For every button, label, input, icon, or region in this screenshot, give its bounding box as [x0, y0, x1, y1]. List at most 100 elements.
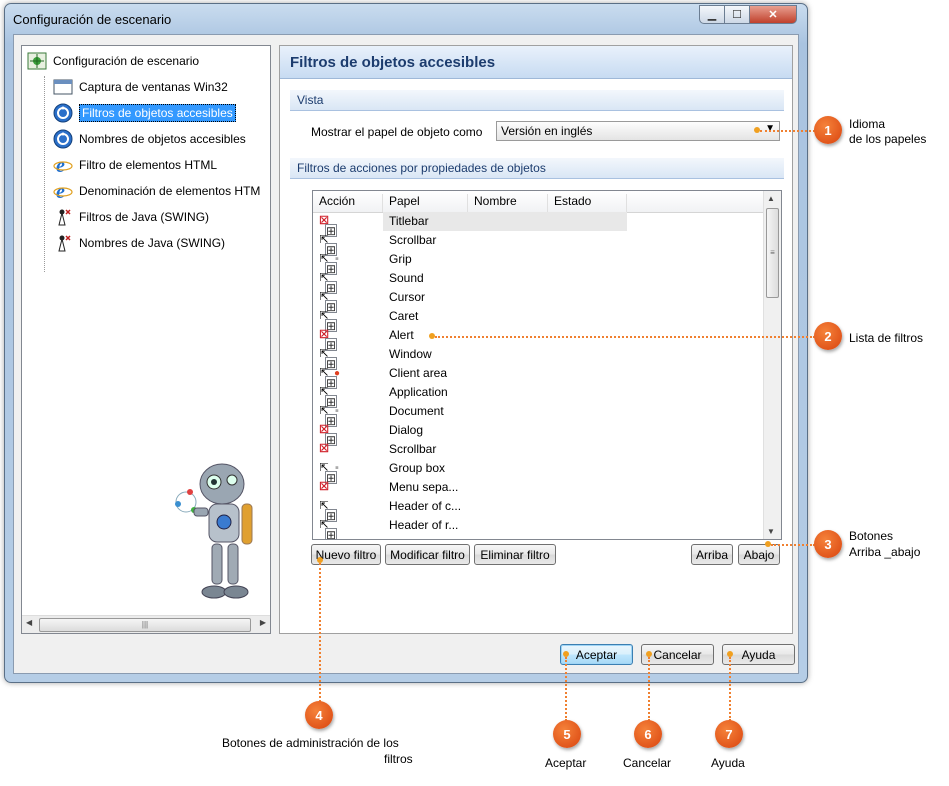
dropdown-arrow-icon[interactable]: ▼	[765, 123, 775, 134]
tree-item-accessible-names[interactable]: Nombres de objetos accesibles	[52, 128, 246, 150]
tree-item-html-naming[interactable]: e Denominación de elementos HTM	[52, 180, 260, 202]
callout-6-leader	[648, 657, 650, 721]
action-icons: ⇱ ⊞	[318, 309, 337, 332]
table-row[interactable]: ⇱ ⊞ Header of c...	[313, 497, 765, 522]
row-papel: Dialog	[389, 423, 424, 437]
ok-button[interactable]: Aceptar	[560, 644, 633, 665]
table-row[interactable]: ☒ ⊞ Titlebar	[313, 212, 765, 237]
svg-text:e: e	[56, 181, 65, 201]
filters-section-header: Filtros de acciones por propiedades de o…	[290, 158, 784, 179]
tree-item-java-names[interactable]: Nombres de Java (SWING)	[52, 232, 225, 254]
role-language-select[interactable]: Versión en inglés ▼	[496, 121, 780, 141]
action-icons: ⇱ ⊞	[318, 385, 337, 408]
callout-2-leader	[435, 336, 815, 338]
row-papel: Document	[389, 404, 444, 418]
callout-3-badge: 3	[814, 530, 842, 558]
callout-4-text-line1: Botones de administración de los	[222, 736, 399, 750]
action-icons: ⇱ ▪ ⊞	[318, 252, 343, 275]
table-row[interactable]: ⇱ ▪ ⊞ Group box	[313, 459, 765, 484]
action-icons: ⇱ ▪ ⊞	[318, 461, 343, 484]
callout-5-leader	[565, 657, 567, 721]
action-icons: ⇱ ⊞	[318, 233, 337, 256]
tree-item-accessible-filters[interactable]: Filtros de objetos accesibles	[52, 102, 236, 124]
callout-3-leader	[771, 544, 815, 546]
action-icons: ☒ ⊞	[318, 423, 337, 446]
minimize-button[interactable]: ▁	[699, 5, 725, 24]
settings-tree[interactable]: Configuración de escenario Captura de ve…	[21, 45, 271, 634]
action-icons: ⇱ ⊞	[318, 518, 337, 539]
table-row[interactable]: ⇱ ⊞ Application	[313, 383, 765, 408]
maximize-button[interactable]: ☐	[724, 5, 750, 24]
table-row[interactable]: ☒ Scrollbar	[313, 440, 765, 459]
row-papel: Window	[389, 347, 432, 361]
close-button[interactable]: ✕	[749, 5, 797, 24]
table-row[interactable]: ⇱ ⊞ Caret	[313, 307, 765, 332]
table-row[interactable]: ⇱ ▪ ⊞ Document	[313, 402, 765, 427]
column-header-accion[interactable]: Acción	[313, 194, 383, 212]
action-icons: ⇱ ⊞	[318, 290, 337, 313]
robot-mascot-image	[175, 463, 253, 599]
table-row[interactable]: ⇱ ● ⊞ Client area	[313, 364, 765, 389]
scroll-right-arrow-icon[interactable]: ▶	[260, 618, 266, 627]
table-row[interactable]: ⇱ ⊞ Cursor	[313, 288, 765, 313]
callout-3-text-line2: Arriba _abajo	[849, 545, 921, 559]
row-papel: Header of r...	[389, 518, 459, 532]
table-row[interactable]: ⇱ ⊞ Scrollbar	[313, 231, 765, 256]
tree-root[interactable]: Configuración de escenario	[26, 50, 199, 72]
table-row[interactable]: ☒ ⊞ Dialog	[313, 421, 765, 446]
row-papel: Menu sepa...	[389, 480, 459, 494]
callout-4-leader	[319, 563, 321, 702]
row-papel: Scrollbar	[389, 233, 437, 247]
table-row[interactable]: ☒ Menu sepa...	[313, 478, 765, 497]
tree-item-win32-capture[interactable]: Captura de ventanas Win32	[52, 76, 228, 98]
column-header-papel[interactable]: Papel	[383, 194, 468, 212]
callout-2-text: Lista de filtros	[849, 331, 924, 345]
table-row[interactable]: ⇱ ▪ ⊞ Grip	[313, 250, 765, 275]
tree-item-java-filters[interactable]: Filtros de Java (SWING)	[52, 206, 209, 228]
tree-horizontal-scrollbar[interactable]: ◀ ||| ▶	[22, 615, 270, 633]
row-papel: Group box	[389, 461, 446, 475]
accessibility-icon	[52, 129, 74, 149]
window-icon	[52, 77, 74, 97]
filters-list[interactable]: Acción Papel Nombre Estado ☒ ⊞ Titlebar ⇱ ⊞ S…	[312, 190, 782, 540]
delete-filter-button[interactable]: Eliminar filtro	[474, 544, 556, 565]
scenario-config-window: Configuración de escenario ▁ ☐ ✕ Configu…	[4, 3, 808, 683]
action-icons: ☒ ⊞	[318, 214, 337, 237]
scroll-up-arrow-icon[interactable]: ▲	[767, 194, 775, 203]
filters-section-label: Filtros de acciones por propiedades de o…	[297, 161, 546, 175]
scroll-down-arrow-icon[interactable]: ▼	[767, 527, 775, 536]
move-up-button[interactable]: Arriba	[691, 544, 733, 565]
column-header-nombre[interactable]: Nombre	[468, 194, 548, 212]
callout-1-leader	[760, 130, 815, 132]
scroll-left-arrow-icon[interactable]: ◀	[26, 618, 32, 627]
tree-item-label: Filtros de Java (SWING)	[79, 210, 210, 224]
filters-scroll-thumb[interactable]: ≡	[766, 208, 779, 298]
edit-filter-button[interactable]: Modificar filtro	[385, 544, 470, 565]
tree-scroll-thumb[interactable]: |||	[39, 618, 251, 632]
row-papel: Scrollbar	[389, 442, 437, 456]
tree-root-label: Configuración de escenario	[53, 54, 200, 68]
tree-item-label: Captura de ventanas Win32	[79, 80, 228, 94]
role-display-label: Mostrar el papel de objeto como	[311, 125, 483, 139]
filters-vertical-scrollbar[interactable]: ▲ ≡ ▼	[763, 191, 781, 539]
row-papel: Header of c...	[389, 499, 462, 513]
callout-5-badge: 5	[553, 720, 581, 748]
tree-item-label: Nombres de objetos accesibles	[79, 132, 246, 146]
java-icon	[52, 233, 74, 253]
disabled-action-icon: ☒	[319, 481, 329, 493]
tree-item-label: Filtro de elementos HTML	[79, 158, 218, 172]
table-row[interactable]: ⇱ ⊞ Sound	[313, 269, 765, 294]
ie-icon: e	[52, 155, 74, 175]
table-row[interactable]: ⇱ ⊞ Header of r...	[313, 516, 765, 539]
column-header-estado[interactable]: Estado	[548, 194, 627, 212]
action-icons: ☒	[318, 442, 330, 457]
table-row[interactable]: ⇱ ⊞ Window	[313, 345, 765, 370]
vista-section-label: Vista	[297, 93, 324, 107]
title-bar[interactable]: Configuración de escenario ▁ ☐ ✕	[5, 4, 807, 34]
action-icons: ☒	[318, 480, 330, 495]
tree-item-html-filter[interactable]: e Filtro de elementos HTML	[52, 154, 217, 176]
move-down-button[interactable]: Abajo	[738, 544, 780, 565]
row-papel: Grip	[389, 252, 412, 266]
panel-title: Filtros de objetos accesibles	[290, 54, 496, 71]
callout-4-text-line2: filtros	[384, 752, 413, 766]
